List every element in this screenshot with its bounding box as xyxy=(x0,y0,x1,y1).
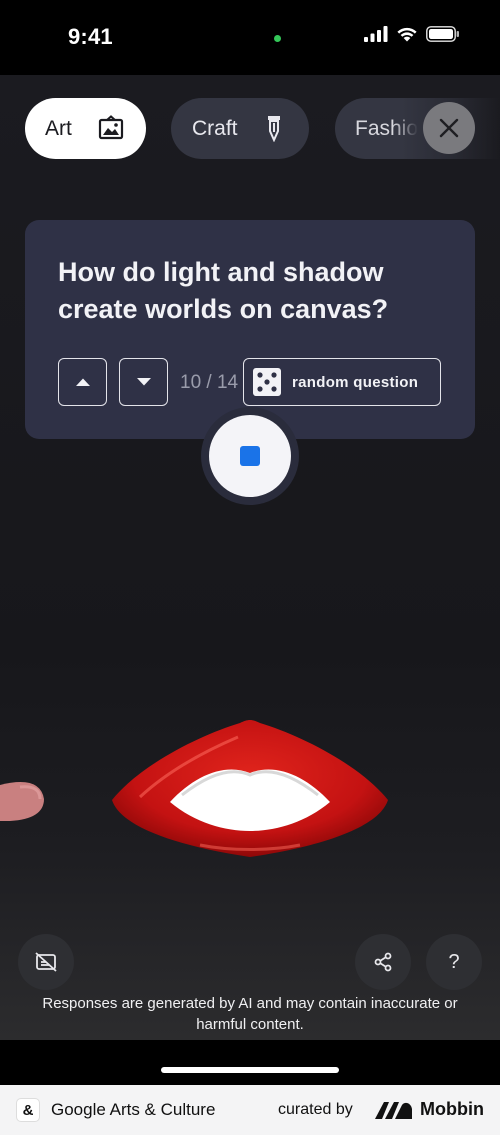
battery-icon xyxy=(426,26,459,42)
status-time: 9:41 xyxy=(68,24,113,49)
chip-label: Art xyxy=(45,116,72,140)
share-icon xyxy=(374,952,392,972)
caret-up-icon xyxy=(75,378,90,386)
chip-label: Fashio xyxy=(355,116,419,140)
status-icons xyxy=(364,26,460,42)
signal-icon xyxy=(364,26,388,42)
footer-curated-by: curated by xyxy=(278,1101,353,1118)
lips-illustration xyxy=(0,720,388,857)
stop-button[interactable] xyxy=(209,415,291,497)
next-question-button[interactable] xyxy=(119,358,168,406)
category-chip-fashion[interactable]: Fashio xyxy=(335,98,500,159)
status-bar: 9:41 xyxy=(0,0,500,75)
privacy-indicator-dot xyxy=(274,35,281,42)
footer-brand: Mobbin xyxy=(420,1099,484,1119)
ai-disclaimer: Responses are generated by AI and may co… xyxy=(42,995,458,1033)
help-button[interactable]: ? xyxy=(426,934,482,990)
help-icon: ? xyxy=(448,950,460,973)
main-screen: Art Craft Fashio How do light and shadow… xyxy=(0,75,500,1040)
attribution-footer: & Google Arts & Culture curated by Mobbi… xyxy=(0,1085,500,1135)
framed-picture-icon xyxy=(98,115,124,140)
previous-question-button[interactable] xyxy=(58,358,107,406)
close-button[interactable] xyxy=(423,102,475,154)
category-chip-art[interactable]: Art xyxy=(25,98,146,159)
chip-label: Craft xyxy=(192,116,238,140)
wifi-icon xyxy=(397,27,417,42)
footer-app-name: Google Arts & Culture xyxy=(51,1100,216,1119)
mobbin-logo-icon xyxy=(375,1102,412,1119)
home-indicator-area xyxy=(0,1040,500,1085)
dice-icon xyxy=(253,368,281,396)
stop-icon xyxy=(240,446,260,466)
category-chip-craft[interactable]: Craft xyxy=(171,98,309,159)
question-text: How do light and shadow create worlds on… xyxy=(58,257,389,324)
home-indicator[interactable] xyxy=(161,1067,339,1073)
caret-down-icon xyxy=(136,378,151,386)
random-question-button[interactable]: random question xyxy=(243,358,441,406)
pencil-tool-icon xyxy=(268,116,280,142)
captions-off-button[interactable] xyxy=(18,934,74,990)
captions-off-icon xyxy=(35,952,57,972)
close-icon xyxy=(439,118,459,138)
random-question-label: random question xyxy=(292,373,419,391)
google-arts-culture-logo-icon: & xyxy=(16,1098,40,1122)
share-button[interactable] xyxy=(355,934,411,990)
question-counter: 10 / 14 xyxy=(180,372,239,393)
